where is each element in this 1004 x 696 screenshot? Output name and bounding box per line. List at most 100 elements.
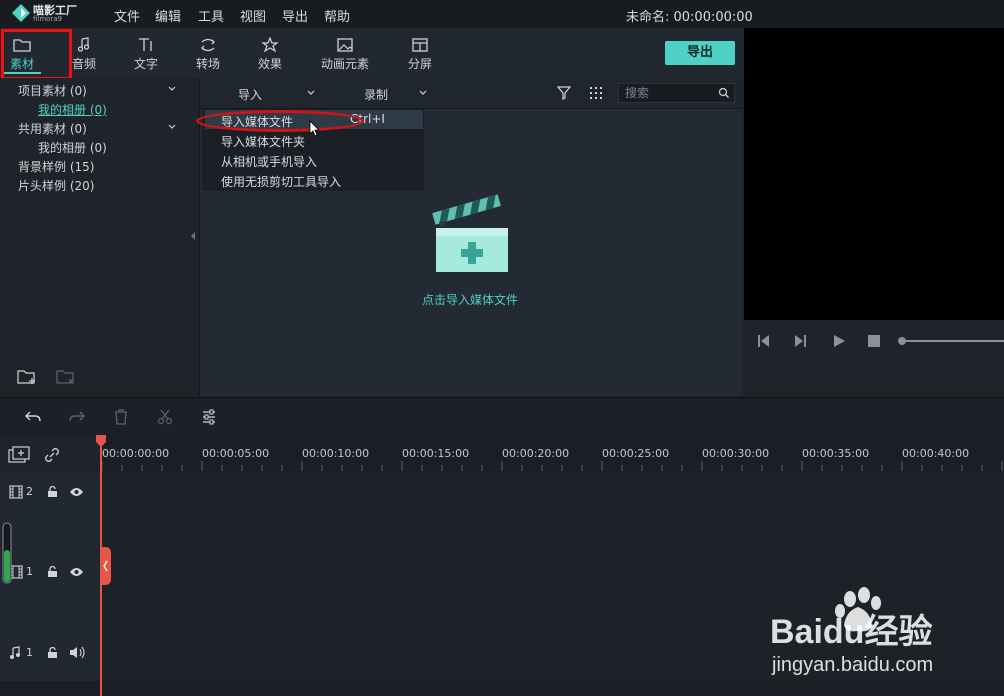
track-number: 1 — [26, 565, 33, 578]
tab-label: 转场 — [195, 57, 220, 71]
ruler-tick-label: 00:00:30:00 — [702, 447, 770, 460]
tab-transition[interactable]: 转场 — [179, 28, 237, 78]
preview-progress-slider[interactable] — [898, 337, 1004, 345]
link-icon[interactable] — [43, 446, 61, 464]
ruler-tick-label: 00:00:05:00 — [202, 447, 270, 460]
image-icon — [337, 38, 353, 52]
app-logo-sub: filmora9 — [33, 15, 63, 23]
track-header-video-1[interactable]: 1 — [0, 519, 100, 626]
menu-file[interactable]: 文件 — [114, 6, 140, 25]
ruler-tick-label: 00:00:20:00 — [502, 447, 570, 460]
preview-viewer — [744, 28, 1004, 320]
watermark-url: jingyan.baidu.com — [771, 654, 933, 676]
grid-view-icon[interactable] — [589, 86, 603, 100]
menu-item-import-from-device[interactable]: 从相机或手机导入 — [221, 153, 317, 170]
ruler-tick-label: 00:00:40:00 — [902, 447, 970, 460]
ruler-ticks — [101, 461, 1003, 471]
lock-icon[interactable] — [47, 486, 58, 498]
timeline-header — [0, 435, 100, 473]
menu-edit[interactable]: 编辑 — [155, 6, 181, 25]
text-icon — [139, 38, 152, 51]
eye-icon[interactable] — [69, 487, 84, 497]
export-button[interactable]: 导出 — [665, 41, 735, 65]
search-input[interactable] — [619, 84, 721, 102]
library-item-project-media[interactable]: 项目素材 (0) — [18, 82, 87, 99]
filmora-logo-icon — [12, 4, 30, 22]
menu-tools[interactable]: 工具 — [198, 6, 224, 25]
chevron-down-icon[interactable] — [168, 123, 176, 131]
new-folder-icon[interactable] — [16, 368, 38, 386]
import-dropdown-label[interactable]: 导入 — [238, 86, 262, 103]
video-track-icon — [9, 485, 23, 499]
track-header-audio-1[interactable]: 1 — [0, 625, 100, 682]
audio-level-meter — [2, 522, 12, 584]
ruler-tick-label: 00:00:15:00 — [402, 447, 470, 460]
chevron-down-icon[interactable] — [419, 89, 427, 97]
watermark-brand: Baidu经验 — [770, 612, 932, 651]
stop-icon[interactable] — [868, 335, 880, 347]
menu-help[interactable]: 帮助 — [324, 6, 350, 25]
ruler-tick-label: 00:00:35:00 — [802, 447, 870, 460]
track-number: 1 — [26, 646, 33, 659]
speaker-icon[interactable] — [69, 646, 85, 659]
scissors-icon[interactable] — [157, 409, 173, 425]
lock-icon[interactable] — [47, 647, 58, 659]
next-frame-icon[interactable] — [792, 334, 808, 348]
library-item-intro-samples[interactable]: 片头样例 (20) — [18, 177, 94, 194]
library-item-background-samples[interactable]: 背景样例 (15) — [18, 158, 94, 175]
collapse-panel-icon[interactable] — [190, 232, 196, 240]
menu-export[interactable]: 导出 — [282, 6, 308, 25]
title-bar: 喵影工厂 filmora9 文件 编辑 工具 视图 导出 帮助 未命名: 00:… — [0, 0, 1004, 28]
search-field[interactable] — [618, 83, 735, 103]
track-header-video-2[interactable]: 2 — [0, 473, 100, 520]
chevron-down-icon[interactable] — [307, 89, 315, 97]
redo-icon[interactable] — [68, 409, 86, 425]
filter-icon[interactable] — [557, 86, 571, 100]
library-item-my-album[interactable]: 我的相册 (0) — [38, 101, 107, 118]
tab-label: 动画元素 — [320, 57, 369, 71]
chevron-down-icon[interactable] — [168, 85, 176, 93]
tab-split-screen[interactable]: 分屏 — [391, 28, 449, 78]
library-item-shared-album[interactable]: 我的相册 (0) — [38, 139, 107, 156]
effects-icon — [261, 37, 279, 53]
split-screen-icon — [412, 38, 428, 52]
menu-item-import-media-folder[interactable]: 导入媒体文件夹 — [221, 133, 305, 150]
tab-elements[interactable]: 动画元素 — [305, 28, 385, 78]
undo-icon[interactable] — [24, 409, 42, 425]
timeline-toolbar — [0, 397, 1004, 436]
music-note-icon — [77, 37, 90, 52]
tab-text[interactable]: 文字 — [117, 28, 175, 78]
library-item-shared-media[interactable]: 共用素材 (0) — [18, 120, 87, 137]
ruler-tick-label: 00:00:10:00 — [302, 447, 370, 460]
mouse-cursor-icon — [309, 120, 320, 137]
delete-icon[interactable] — [113, 409, 129, 425]
tab-effects[interactable]: 效果 — [241, 28, 299, 78]
track-video-2[interactable] — [100, 473, 1004, 520]
timeline-collapse-handle[interactable] — [100, 547, 111, 585]
clapperboard-icon[interactable] — [432, 190, 512, 274]
annotation-red-box — [1, 29, 72, 80]
tab-label: 效果 — [257, 57, 282, 71]
ruler-tick-label: 00:00:00:00 — [102, 447, 170, 460]
annotation-red-ellipse — [196, 110, 364, 132]
ruler-tick-label: 00:00:25:00 — [602, 447, 670, 460]
tab-label: 分屏 — [407, 57, 432, 71]
menu-view[interactable]: 视图 — [240, 6, 266, 25]
playback-controls — [744, 320, 1004, 396]
play-icon[interactable] — [832, 334, 846, 348]
project-title: 未命名: 00:00:00:00 — [626, 10, 753, 25]
transition-icon — [201, 38, 215, 52]
baidu-jingyan-watermark: Baidu经验 jingyan.baidu.com — [770, 587, 933, 676]
adjust-icon[interactable] — [201, 409, 217, 425]
add-track-icon[interactable] — [8, 446, 30, 464]
previous-frame-icon[interactable] — [756, 334, 772, 348]
search-icon[interactable] — [718, 87, 730, 99]
record-dropdown-label[interactable]: 录制 — [364, 86, 388, 103]
lock-icon[interactable] — [47, 566, 58, 578]
menu-item-import-lossless-cut[interactable]: 使用无损剪切工具导入 — [221, 173, 341, 190]
import-hint-link[interactable]: 点击导入媒体文件 — [390, 291, 550, 308]
tab-label: 文字 — [133, 57, 158, 71]
delete-folder-icon[interactable] — [55, 368, 77, 386]
playhead-handle[interactable] — [96, 435, 106, 447]
eye-icon[interactable] — [69, 567, 84, 577]
